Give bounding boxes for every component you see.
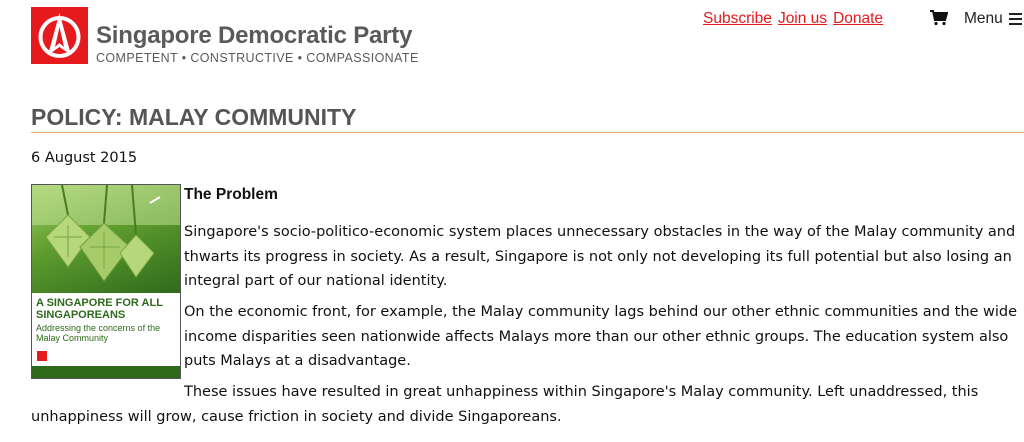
sdp-logo-graphic (38, 13, 81, 58)
article-paragraph: Singapore's socio-politico-economic syst… (184, 224, 1016, 289)
join-us-link[interactable]: Join us (778, 10, 827, 27)
cover-heading: A SINGAPORE FOR ALL (36, 297, 163, 309)
sdp-logo-icon[interactable] (31, 7, 88, 64)
shopping-cart-icon[interactable] (930, 10, 949, 26)
cover-heading-line2: SINGAPOREANS (36, 309, 126, 321)
article-paragraph: On the economic front, for example, the … (184, 304, 1018, 369)
cover-subtitle-line2: Malay Community (36, 333, 109, 343)
section-heading: The Problem (184, 186, 278, 203)
page-title: POLICY: MALAY COMMUNITY (31, 104, 357, 130)
donate-link[interactable]: Donate (833, 10, 883, 27)
brand-name[interactable]: Singapore Democratic Party (96, 22, 412, 50)
policy-cover-image: A SINGAPORE FOR ALL SINGAPOREANS Address… (31, 184, 181, 379)
cover-subtitle: Addressing the concerns of the (36, 323, 161, 333)
menu-button[interactable]: Menu (964, 10, 1003, 28)
article-paragraph: These issues have resulted in great unha… (31, 384, 979, 425)
subscribe-link[interactable]: Subscribe (703, 10, 772, 27)
cover-footer-band (32, 366, 180, 378)
top-links: Subscribe Join us Donate (703, 10, 889, 28)
title-divider (31, 132, 1024, 133)
hamburger-icon[interactable] (1009, 13, 1022, 25)
cover-logo-icon (37, 351, 47, 361)
ketupat-photo (32, 185, 180, 293)
publish-date: 6 August 2015 (31, 150, 138, 166)
brand-tagline: COMPETENT • CONSTRUCTIVE • COMPASSIONATE (96, 51, 419, 65)
